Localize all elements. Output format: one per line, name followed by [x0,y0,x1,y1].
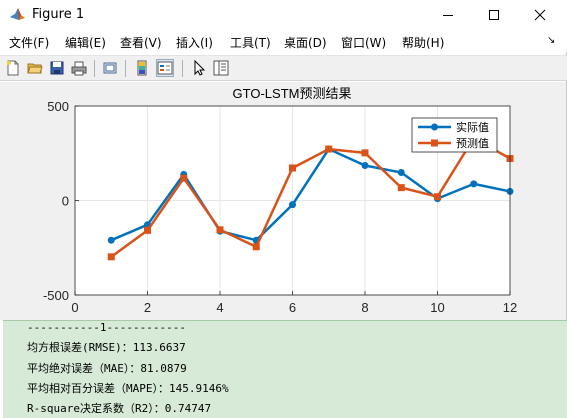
property-inspector-icon [213,60,229,76]
close-icon [534,9,546,21]
insert-legend-button[interactable] [156,59,174,77]
menu-window[interactable]: 窗口(W) [341,34,386,51]
x-tick-label: 8 [361,300,368,315]
plot-area[interactable]: 0 2 4 6 8 10 12-5000500 GTO-LSTM预测结果 实际值 预测值 [0,82,566,320]
y-tick-label: -500 [43,288,69,303]
menu-bar: 文件(F) 编辑(E) 查看(V) 插入(I) 工具(T) 桌面(D) 窗口(W… [0,30,567,52]
x-tick-label: 2 [144,300,151,315]
legend-marker-actual [431,123,438,131]
print-button[interactable] [70,59,88,77]
console-left-edge [0,320,3,418]
legend-label-actual: 实际值 [456,120,489,134]
data-point-predicted [180,174,188,182]
toolbar-separator [182,60,183,77]
menu-help[interactable]: 帮助(H) [402,34,444,51]
minimize-icon [443,15,453,16]
property-inspector-button[interactable] [212,59,230,77]
link-plot-button[interactable] [101,59,119,77]
minimize-button[interactable] [425,0,471,30]
console-line-mae: 平均绝对误差（MAE）：81.0879 [27,362,187,375]
open-file-button[interactable] [26,59,44,77]
save-icon [50,61,64,75]
toolbar-separator [94,60,95,77]
data-point-predicted [397,184,405,192]
print-icon [71,61,87,76]
figure-window: Figure 1 文件(F) 编辑(E) 查看(V) 插入(I) 工具(T) 桌… [0,0,567,320]
legend-icon [157,61,173,75]
command-window-output[interactable]: -----------1------------ 均方根误差(RMSE)：113… [0,320,567,418]
maximize-button[interactable] [471,0,517,30]
data-point-actual [470,180,478,188]
toolbar [0,55,567,81]
data-point-predicted [361,149,369,157]
figure-canvas: 0 2 4 6 8 10 12 -500 0 500 GTO-LSTM预测结果 实际值 预测值 [0,82,566,320]
legend-marker-predicted [431,139,438,147]
x-tick-label: 0 [71,300,78,315]
console-line-separator: -----------1------------ [27,321,186,334]
console-line-r2: R-square决定系数（R2）：0.74747 [27,402,212,415]
matlab-app-icon [9,6,26,23]
close-button[interactable] [517,0,563,30]
data-point-actual [289,201,296,209]
menu-insert[interactable]: 插入(I) [176,34,213,51]
menu-view[interactable]: 查看(V) [120,34,162,51]
menu-edit[interactable]: 编辑(E) [65,34,106,51]
y-tick-label: 0 [62,194,69,209]
save-button[interactable] [48,59,66,77]
data-point-predicted [434,193,441,201]
colorbar-icon [137,60,147,76]
menu-desktop[interactable]: 桌面(D) [284,34,327,51]
x-tick-label: 12 [503,300,517,315]
data-point-actual [397,169,405,177]
x-tick-label: 6 [289,300,296,315]
data-point-predicted [107,253,115,261]
open-file-icon [27,63,43,74]
data-point-actual [361,162,369,170]
y-tick-label: 500 [47,99,69,114]
data-point-predicted [144,226,151,234]
toolbar-separator [125,60,126,77]
console-line-rmse: 均方根误差(RMSE)：113.6637 [27,341,186,354]
data-point-predicted [216,226,224,234]
new-figure-button[interactable] [4,59,22,77]
chart-title: GTO-LSTM预测结果 [233,86,352,101]
x-tick-label: 10 [430,300,444,315]
legend[interactable]: 实际值 预测值 [411,117,498,153]
window-title: Figure 1 [32,7,85,22]
data-point-predicted [289,164,296,172]
insert-colorbar-button[interactable] [133,59,151,77]
maximize-icon [489,10,499,20]
data-point-predicted [252,243,260,251]
new-figure-icon [7,60,19,76]
data-point-actual [107,236,115,244]
menu-overflow-arrow-icon[interactable]: ↘ [547,35,555,46]
menu-file[interactable]: 文件(F) [9,34,49,51]
console-line-mape: 平均相对百分误差（MAPE）：145.9146% [27,382,229,395]
edit-plot-button[interactable] [190,59,208,77]
title-bar[interactable]: Figure 1 [0,0,567,30]
legend-label-predicted: 预测值 [456,137,489,150]
menu-tools[interactable]: 工具(T) [230,34,271,51]
link-plot-icon [103,62,117,74]
edit-plot-cursor-icon [194,60,206,76]
x-tick-label: 4 [216,300,223,315]
data-point-predicted [325,145,333,153]
